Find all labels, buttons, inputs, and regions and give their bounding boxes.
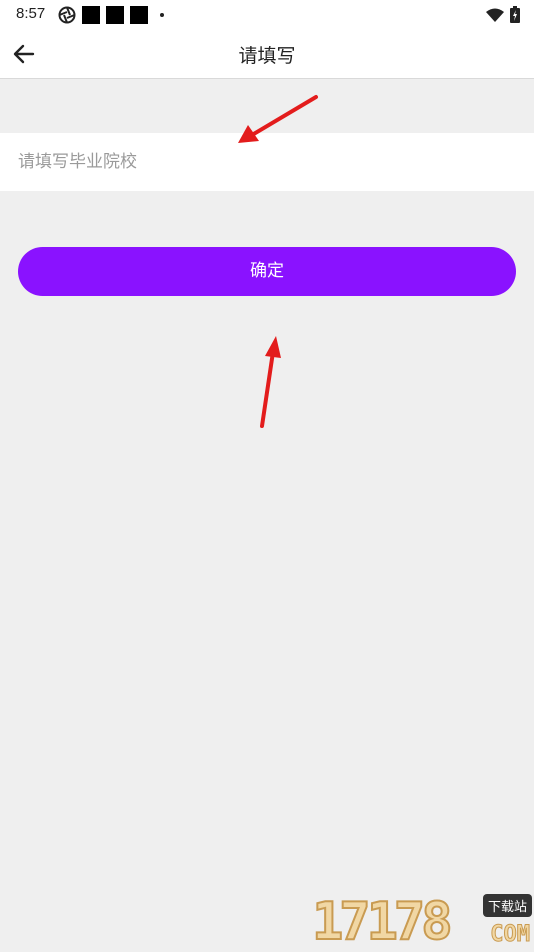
school-input[interactable] — [18, 133, 518, 191]
watermark-suffix: COM — [490, 922, 531, 948]
school-input-row — [0, 133, 534, 191]
notification-square-icon — [106, 6, 124, 24]
status-bar: 8:57 — [0, 0, 534, 28]
status-time: 8:57 — [16, 5, 46, 22]
app-bar: 请填写 — [0, 28, 534, 79]
page-title: 请填写 — [238, 45, 296, 67]
system-icons — [486, 6, 520, 23]
notification-square-icon — [82, 6, 100, 24]
site-watermark: 17178 下载站 COM — [308, 888, 534, 952]
red-arrow-icon — [260, 336, 281, 428]
notification-square-icon — [130, 6, 148, 24]
more-notifications-dot-icon — [160, 13, 164, 17]
aperture-icon — [58, 6, 76, 24]
battery-icon — [510, 6, 520, 23]
confirm-button[interactable]: 确定 — [18, 247, 516, 296]
notification-icons — [58, 6, 164, 24]
watermark-digits: 17178 — [311, 891, 454, 952]
watermark-badge: 下载站 — [482, 894, 532, 917]
wifi-icon — [486, 8, 504, 22]
